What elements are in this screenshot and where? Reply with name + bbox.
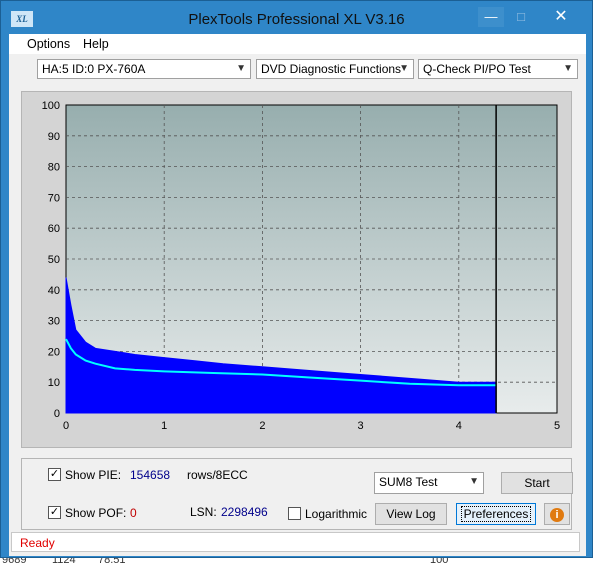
start-button-label: Start [524, 476, 550, 490]
sum-test-value: SUM8 Test [379, 475, 438, 489]
y-tick-label: 10 [48, 377, 60, 389]
y-tick-label: 100 [42, 100, 60, 112]
x-tick-label: 0 [63, 420, 69, 432]
test-select-value: Q-Check PI/PO Test [423, 62, 531, 76]
preferences-button[interactable]: Preferences [456, 503, 536, 525]
y-tick-label: 0 [54, 408, 60, 420]
x-tick-label: 2 [259, 420, 265, 432]
pie-unit: rows/8ECC [187, 468, 248, 482]
y-tick-label: 50 [48, 254, 60, 266]
function-select-value: DVD Diagnostic Functions [261, 62, 402, 76]
status-text: Ready [20, 536, 55, 550]
client-area: Options Help HA:5 ID:0 PX-760A ▼ DVD Dia… [9, 34, 586, 556]
y-tick-label: 60 [48, 223, 60, 235]
y-tick-label: 30 [48, 316, 60, 328]
menu-bar: Options Help [9, 34, 586, 54]
control-panel: ✓ Show PIE: 154658 rows/8ECC ✓ Show POF:… [21, 458, 573, 530]
test-select[interactable]: Q-Check PI/PO Test ▼ [418, 59, 578, 79]
drive-select[interactable]: HA:5 ID:0 PX-760A ▼ [37, 59, 251, 79]
y-tick-label: 90 [48, 131, 60, 143]
bg-value-2: 1124 [52, 558, 76, 566]
chevron-down-icon: ▼ [563, 63, 573, 74]
chevron-down-icon: ▼ [236, 63, 246, 74]
x-tick-label: 5 [554, 420, 560, 432]
pof-value: 0 [130, 506, 137, 520]
view-log-label: View Log [386, 507, 436, 521]
y-tick-label: 40 [48, 285, 60, 297]
chevron-down-icon: ▼ [469, 476, 479, 487]
logarithmic-label: Logarithmic [305, 507, 368, 521]
y-tick-label: 70 [48, 192, 60, 204]
preferences-label: Preferences [460, 506, 532, 522]
maximize-button[interactable]: □ [508, 7, 534, 27]
sum-test-select[interactable]: SUM8 Test ▼ [374, 472, 484, 494]
lsn-value: 2298496 [221, 505, 268, 519]
function-select[interactable]: DVD Diagnostic Functions ▼ [256, 59, 414, 79]
app-window: XL PlexTools Professional XL V3.16 — □ ✕… [0, 0, 593, 558]
info-icon: i [550, 508, 564, 522]
menu-help[interactable]: Help [83, 37, 109, 51]
close-button[interactable]: ✕ [540, 7, 582, 27]
lsn-label: LSN: [190, 505, 217, 519]
x-tick-label: 4 [456, 420, 462, 432]
view-log-button[interactable]: View Log [375, 503, 447, 525]
background-window-strip: 9689 1124 78.51 100 [0, 558, 595, 566]
start-button[interactable]: Start [501, 472, 573, 494]
y-tick-label: 20 [48, 346, 60, 358]
chart-panel: 0 10 20 30 40 50 60 70 80 90 100 0 1 2 3 4 5 [21, 91, 572, 448]
show-pof-checkbox[interactable]: ✓ [48, 506, 61, 519]
pie-value: 154658 [130, 468, 171, 482]
show-pie-label: Show PIE: [65, 468, 122, 482]
show-pof-label: Show POF: [65, 506, 127, 520]
x-tick-label: 3 [358, 420, 364, 432]
minimize-button[interactable]: — [478, 7, 504, 27]
bg-value-4: 100 [430, 558, 449, 566]
info-button[interactable]: i [544, 503, 570, 525]
drive-select-value: HA:5 ID:0 PX-760A [42, 62, 146, 76]
chevron-down-icon: ▼ [399, 63, 409, 74]
title-bar[interactable]: XL PlexTools Professional XL V3.16 — □ ✕ [1, 1, 592, 35]
bg-value-3: 78.51 [98, 558, 126, 566]
status-bar: Ready [11, 532, 580, 552]
x-tick-label: 1 [161, 420, 167, 432]
y-tick-label: 80 [48, 162, 60, 174]
bg-value-1: 9689 [2, 558, 27, 566]
show-pie-checkbox[interactable]: ✓ [48, 468, 61, 481]
menu-options[interactable]: Options [27, 37, 70, 51]
pi-po-chart: 0 10 20 30 40 50 60 70 80 90 100 0 1 2 3 4 5 [42, 100, 560, 432]
logarithmic-checkbox[interactable] [288, 507, 301, 520]
